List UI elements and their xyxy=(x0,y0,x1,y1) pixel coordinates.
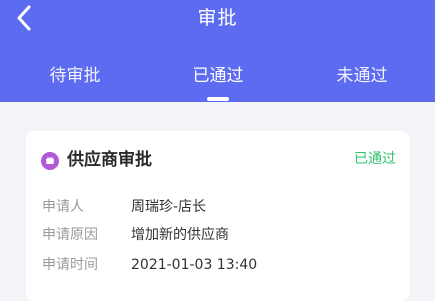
applicant-value: 周瑞珍-店长 xyxy=(131,199,207,215)
tab-bar: 待审批 已通过 未通过 xyxy=(0,60,435,102)
page-title: 审批 xyxy=(197,7,238,29)
app-header: 审批 待审批 已通过 未通过 xyxy=(0,0,435,102)
reason-value: 增加新的供应商 xyxy=(131,227,229,243)
card-title: 供应商审批 xyxy=(67,150,152,170)
shop-icon xyxy=(41,152,59,170)
tab-pending[interactable]: 待审批 xyxy=(33,63,117,93)
applicant-label: 申请人 xyxy=(42,199,84,215)
time-value: 2021-01-03 13:40 xyxy=(131,257,258,273)
tab-rejected[interactable]: 未通过 xyxy=(320,63,404,93)
reason-label: 申请原因 xyxy=(42,227,98,243)
status-badge: 已通过 xyxy=(354,151,396,167)
tab-approved[interactable]: 已通过 xyxy=(176,63,260,93)
approval-card[interactable]: 供应商审批 已通过 申请人 周瑞珍-店长 申请原因 增加新的供应商 申请时间 2… xyxy=(26,131,410,301)
time-label: 申请时间 xyxy=(42,257,98,273)
active-tab-indicator xyxy=(207,97,229,101)
